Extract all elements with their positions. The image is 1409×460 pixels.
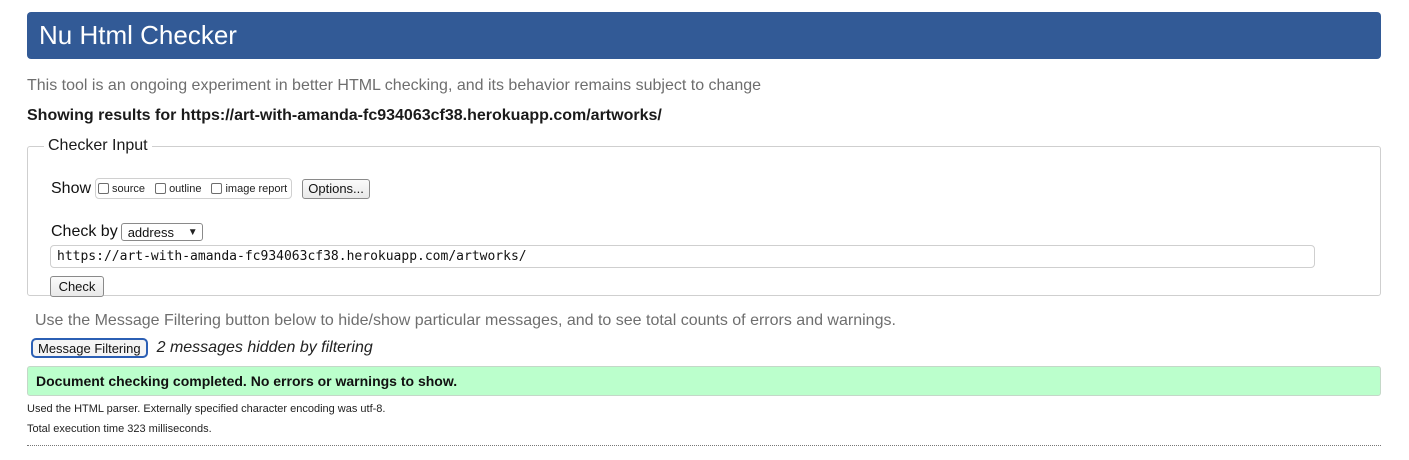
execution-time: Total execution time 323 milliseconds. xyxy=(27,423,212,435)
show-source-option[interactable]: source xyxy=(98,183,145,195)
divider xyxy=(27,445,1381,446)
header-bar: Nu Html Checker xyxy=(27,12,1381,59)
source-checkbox[interactable] xyxy=(98,183,110,194)
checker-input-fieldset: Checker Input Show source outline image … xyxy=(27,137,1381,297)
outline-checkbox[interactable] xyxy=(155,183,167,194)
checker-input-legend: Checker Input xyxy=(48,137,148,154)
image-report-checkbox-label: image report xyxy=(225,182,288,195)
check-by-select[interactable]: address ▼ xyxy=(120,223,203,241)
chevron-down-icon: ▼ xyxy=(187,226,198,238)
page-title: Nu Html Checker xyxy=(39,20,237,50)
results-for-heading: Showing results for https://art-with-ama… xyxy=(27,107,662,124)
url-input[interactable]: https://art-with-amanda-fc934063cf38.her… xyxy=(50,245,1315,268)
intro-text: This tool is an ongoing experiment in be… xyxy=(27,77,762,94)
message-filtering-button[interactable]: Message Filtering xyxy=(31,338,148,358)
source-checkbox-label: source xyxy=(112,182,146,195)
filtering-row: Message Filtering 2 messages hidden by f… xyxy=(31,338,373,358)
show-row: Show source outline image report Options… xyxy=(51,178,370,199)
filtering-help-text: Use the Message Filtering button below t… xyxy=(35,312,896,329)
check-button[interactable]: Check xyxy=(50,276,104,297)
success-message: Document checking completed. No errors o… xyxy=(27,366,1381,396)
show-label: Show xyxy=(51,179,92,197)
page: Nu Html Checker This tool is an ongoing … xyxy=(0,0,1409,460)
image-report-checkbox[interactable] xyxy=(211,183,223,194)
options-button[interactable]: Options... xyxy=(302,178,370,199)
outline-checkbox-label: outline xyxy=(169,182,202,195)
hidden-messages-count: 2 messages hidden by filtering xyxy=(156,339,373,356)
show-options-group: source outline image report xyxy=(95,178,293,199)
show-outline-option[interactable]: outline xyxy=(155,183,201,195)
check-by-label: Check by xyxy=(51,223,118,240)
show-image-report-option[interactable]: image report xyxy=(211,183,287,195)
check-by-row: Check by address ▼ xyxy=(51,223,203,241)
parser-info: Used the HTML parser. Externally specifi… xyxy=(27,403,386,415)
check-by-selected-value: address xyxy=(127,224,174,240)
